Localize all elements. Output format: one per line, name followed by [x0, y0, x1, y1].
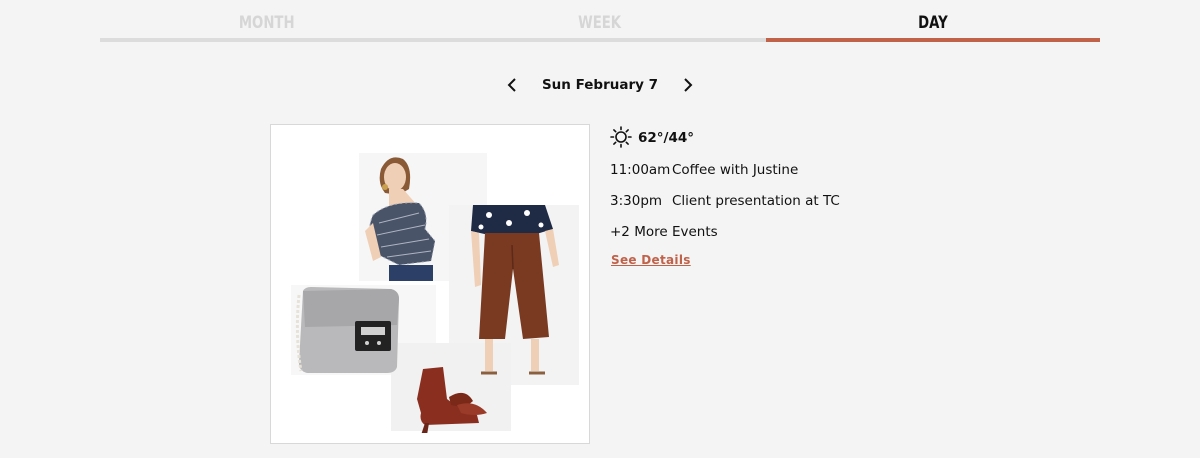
more-events-link[interactable]: +2 More Events	[610, 224, 718, 240]
view-tabs: MONTH WEEK DAY	[100, 0, 1100, 42]
event-item[interactable]: 3:30pm Client presentation at TC	[610, 193, 840, 209]
chevron-right-icon	[684, 78, 693, 92]
outfit-card[interactable]	[270, 124, 590, 444]
event-title: Coffee with Justine	[672, 162, 799, 178]
weather: 62°/44°	[610, 126, 810, 150]
tab-day-label: DAY	[918, 13, 948, 33]
date-navigation: Sun February 7	[500, 72, 700, 100]
tab-month[interactable]: MONTH	[100, 0, 433, 42]
event-title: Client presentation at TC	[672, 193, 840, 209]
event-time: 3:30pm	[610, 193, 663, 209]
boots-image	[417, 367, 487, 433]
temperature: 62°/44°	[638, 130, 695, 146]
current-date: Sun February 7	[541, 77, 659, 93]
tab-week[interactable]: WEEK	[433, 0, 766, 42]
see-details-link[interactable]: See Details	[611, 253, 691, 267]
sun-icon	[610, 126, 632, 148]
tab-day[interactable]: DAY	[766, 0, 1100, 42]
event-item[interactable]: 11:00am Coffee with Justine	[610, 162, 798, 178]
tab-month-label: MONTH	[238, 13, 295, 33]
event-time: 11:00am	[610, 162, 671, 178]
next-day-button[interactable]	[677, 74, 699, 96]
tab-week-label: WEEK	[577, 13, 622, 33]
